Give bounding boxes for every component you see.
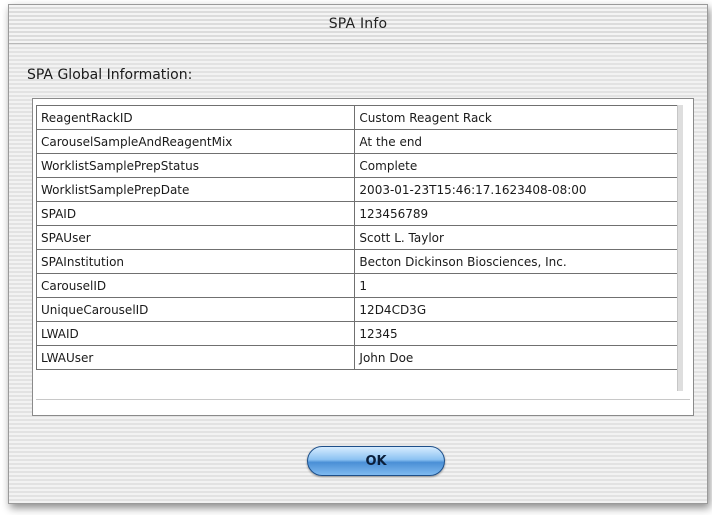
table-row[interactable]: WorklistSamplePrepDate 2003-01-23T15:46:… xyxy=(35,177,679,202)
value-cell[interactable]: 1 xyxy=(354,273,679,298)
value-cell[interactable]: At the end xyxy=(354,129,679,154)
key-cell[interactable]: CarouselID xyxy=(35,273,356,298)
key-cell[interactable]: WorklistSamplePrepStatus xyxy=(35,153,356,178)
table-row[interactable]: WorklistSamplePrepStatus Complete xyxy=(35,153,679,178)
info-table: ReagentRackID Custom Reagent Rack Carous… xyxy=(35,105,679,370)
table-row[interactable]: SPAID 123456789 xyxy=(35,201,679,226)
table-row[interactable]: UniqueCarouselID 12D4CD3G xyxy=(35,297,679,322)
title-bar[interactable]: SPA Info xyxy=(9,5,707,44)
value-cell[interactable]: 2003-01-23T15:46:17.1623408-08:00 xyxy=(354,177,679,202)
value-cell[interactable]: Becton Dickinson Biosciences, Inc. xyxy=(354,249,679,274)
value-cell[interactable]: Custom Reagent Rack xyxy=(354,105,679,130)
value-cell[interactable]: 123456789 xyxy=(354,201,679,226)
key-cell[interactable]: SPAID xyxy=(35,201,356,226)
table-row[interactable]: SPAUser Scott L. Taylor xyxy=(35,225,679,250)
spa-info-dialog: SPA Info SPA Global Information: Reagent… xyxy=(8,4,708,504)
vertical-scrollbar[interactable] xyxy=(677,105,683,391)
table-row[interactable]: CarouselSampleAndReagentMix At the end xyxy=(35,129,679,154)
table-row[interactable]: CarouselID 1 xyxy=(35,273,679,298)
section-label: SPA Global Information: xyxy=(27,67,193,83)
key-cell[interactable]: SPAInstitution xyxy=(35,249,356,274)
info-grid: ReagentRackID Custom Reagent Rack Carous… xyxy=(32,98,694,416)
key-cell[interactable]: ReagentRackID xyxy=(35,105,356,130)
key-cell[interactable]: UniqueCarouselID xyxy=(35,297,356,322)
ok-button[interactable]: OK xyxy=(307,446,445,476)
window-title: SPA Info xyxy=(328,16,388,32)
table-row[interactable]: LWAID 12345 xyxy=(35,321,679,346)
key-cell[interactable]: SPAUser xyxy=(35,225,356,250)
key-cell[interactable]: LWAID xyxy=(35,321,356,346)
value-cell[interactable]: 12D4CD3G xyxy=(354,297,679,322)
table-row[interactable]: ReagentRackID Custom Reagent Rack xyxy=(35,105,679,130)
value-cell[interactable]: 12345 xyxy=(354,321,679,346)
key-cell[interactable]: CarouselSampleAndReagentMix xyxy=(35,129,356,154)
value-cell[interactable]: Scott L. Taylor xyxy=(354,225,679,250)
table-row[interactable]: SPAInstitution Becton Dickinson Bioscien… xyxy=(35,249,679,274)
value-cell[interactable]: Complete xyxy=(354,153,679,178)
key-cell[interactable]: WorklistSamplePrepDate xyxy=(35,177,356,202)
grid-divider xyxy=(36,399,690,400)
value-cell[interactable]: John Doe xyxy=(354,345,679,370)
table-row[interactable]: LWAUser John Doe xyxy=(35,345,679,370)
key-cell[interactable]: LWAUser xyxy=(35,345,356,370)
